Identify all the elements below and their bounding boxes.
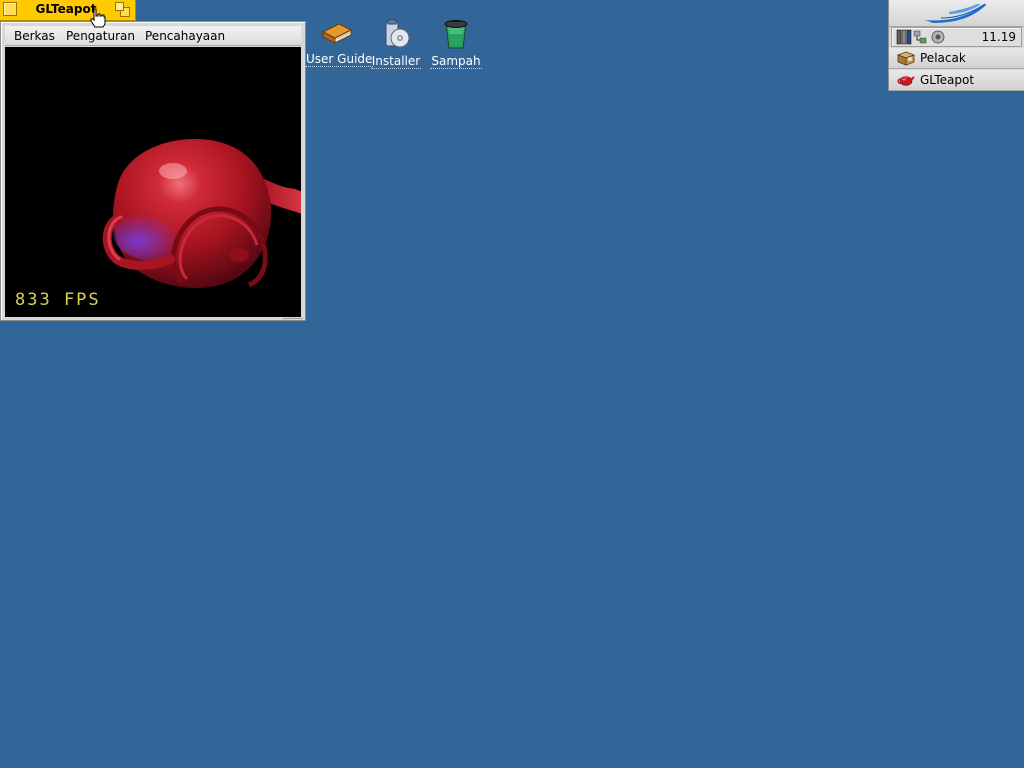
deskbar-item-pelacak[interactable]: Pelacak <box>889 48 1024 69</box>
deskbar: 11.19 Pelacak GLTeapot <box>888 0 1024 91</box>
menu-pencahayaan[interactable]: Pencahayaan <box>145 29 225 43</box>
desktop-icon-user-guide[interactable]: User Guide <box>305 18 374 74</box>
menu-bar: Berkas Pengaturan Pencahayaan <box>5 26 301 46</box>
installer-icon <box>385 19 410 48</box>
desktop[interactable]: GLTeapot Berkas Pengaturan Pencahayaan 8… <box>0 0 1024 768</box>
resize-grip[interactable] <box>283 318 303 321</box>
deskbar-item-glteapot[interactable]: GLTeapot <box>889 70 1024 91</box>
feather-logo-icon <box>925 3 987 23</box>
glteapot-window: Berkas Pengaturan Pencahayaan 833 FPS <box>0 21 306 321</box>
process-monitor-icon <box>896 29 912 45</box>
teapot-light-reflection <box>113 205 197 261</box>
desktop-icon-label: Sampah <box>430 54 482 69</box>
tray-icons <box>896 29 945 45</box>
deskbar-item-label: Pelacak <box>920 51 966 65</box>
opengl-view[interactable]: 833 FPS <box>5 47 301 317</box>
fps-counter: 833 FPS <box>15 290 101 310</box>
desktop-icon-label: Installer <box>370 54 422 69</box>
deskbar-item-label: GLTeapot <box>920 73 975 87</box>
hand-cursor-icon <box>90 8 106 28</box>
teapot-render <box>102 139 301 289</box>
zoom-button[interactable] <box>114 2 132 18</box>
deskbar-menu-button[interactable] <box>889 0 1024 27</box>
teapot-knob <box>229 248 249 262</box>
tracker-icon <box>897 51 915 66</box>
menu-pengaturan[interactable]: Pengaturan <box>66 29 135 43</box>
menu-berkas[interactable]: Berkas <box>14 29 55 43</box>
clock[interactable]: 11.19 <box>982 30 1016 44</box>
zoom-small-box-icon <box>115 2 124 11</box>
window-title: GLTeapot <box>35 2 97 16</box>
volume-icon <box>931 30 945 44</box>
desktop-icon-installer[interactable]: Installer <box>364 18 428 74</box>
teapot-icon <box>897 76 915 86</box>
book-icon <box>321 23 353 44</box>
deskbar-tray: 11.19 <box>891 27 1022 47</box>
teapot-specular <box>159 163 187 179</box>
trash-icon <box>444 20 468 49</box>
network-icon <box>913 30 927 44</box>
window-tab[interactable]: GLTeapot <box>0 0 136 21</box>
desktop-icon-sampah[interactable]: Sampah <box>424 18 488 74</box>
